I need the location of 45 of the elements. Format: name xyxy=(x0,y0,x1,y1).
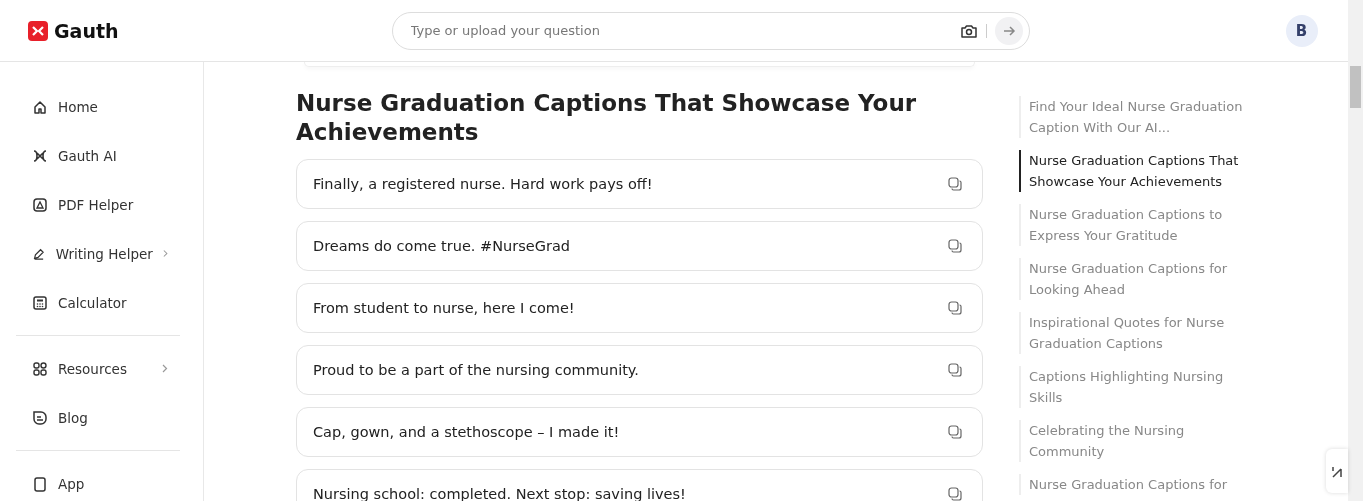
scrollbar[interactable] xyxy=(1348,0,1363,501)
grid-icon xyxy=(32,360,48,377)
floating-button[interactable] xyxy=(1326,449,1348,493)
outline-link[interactable]: Inspirational Quotes for Nurse Graduation Captions xyxy=(1019,312,1243,354)
scrollbar-thumb[interactable] xyxy=(1350,66,1361,108)
chevron-right-icon xyxy=(162,249,168,258)
section-heading: Nurse Graduation Captions That Showcase Your Achievements xyxy=(296,89,918,147)
calculator-icon xyxy=(32,294,48,311)
caption-text: Cap, gown, and a stethoscope – I made it! xyxy=(313,424,621,440)
logo-icon xyxy=(28,20,48,41)
document-icon xyxy=(32,196,48,213)
copy-icon[interactable] xyxy=(948,239,962,253)
home-icon xyxy=(32,98,48,115)
outline-link[interactable]: Nurse Graduation Captions for xyxy=(1019,474,1243,495)
sidebar-item[interactable]: Gauth AI xyxy=(16,131,180,180)
sidebar-item[interactable]: Writing Helper xyxy=(16,229,180,278)
document-icon xyxy=(32,409,48,426)
sidebar-item[interactable]: Calculator xyxy=(16,278,180,327)
caption-text: Proud to be a part of the nursing community. xyxy=(313,362,640,378)
copy-icon[interactable] xyxy=(948,177,962,191)
copy-icon[interactable] xyxy=(948,487,962,501)
outline-link[interactable]: Find Your Ideal Nurse Graduation Caption With Our AI... xyxy=(1019,96,1243,138)
copy-icon[interactable] xyxy=(948,363,962,377)
sidebar-item[interactable]: App xyxy=(16,459,180,501)
submit-button[interactable] xyxy=(994,16,1023,45)
x-shape-icon xyxy=(32,147,48,164)
caption-text: From student to nurse, here I come! xyxy=(313,300,576,316)
chevron-right-icon xyxy=(162,364,168,373)
arrow-right-icon xyxy=(1001,23,1016,38)
outline-link[interactable]: Celebrating the Nursing Community xyxy=(1019,420,1243,462)
outline-link[interactable]: Nurse Graduation Captions for Looking Ahead xyxy=(1019,258,1243,300)
outline-link[interactable]: Captions Highlighting Nursing Skills xyxy=(1019,366,1243,408)
phone-icon xyxy=(32,475,48,492)
sidebar-item[interactable]: Resources xyxy=(16,344,180,393)
outline-link[interactable]: Nurse Graduation Captions to Express Your Gratitude xyxy=(1019,204,1243,246)
outline-link[interactable]: Nurse Graduation Captions That Showcase Your Achievements xyxy=(1019,150,1243,192)
sidebar-item[interactable]: Blog xyxy=(16,393,180,442)
user-avatar[interactable]: B xyxy=(1285,14,1318,47)
sidebar-item[interactable]: Home xyxy=(16,82,180,131)
copy-icon[interactable] xyxy=(948,301,962,315)
logo-text[interactable]: Gauth xyxy=(54,19,119,42)
copy-icon[interactable] xyxy=(948,425,962,439)
caption-text: Dreams do come true. #NurseGrad xyxy=(313,238,571,254)
caption-text: Finally, a registered nurse. Hard work pays off! xyxy=(313,176,654,192)
sidebar-item[interactable]: PDF Helper xyxy=(16,180,180,229)
